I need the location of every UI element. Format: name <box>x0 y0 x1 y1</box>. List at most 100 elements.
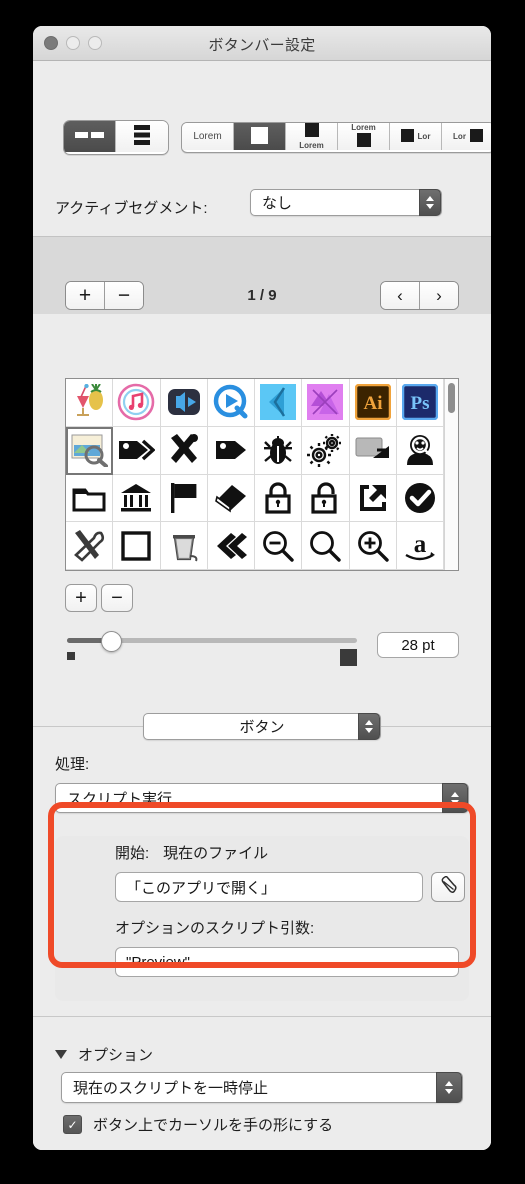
style-segment-label: Lor <box>453 132 466 141</box>
media-player-icon[interactable] <box>160 379 208 427</box>
vertical-layout-segment[interactable] <box>116 121 168 152</box>
export-icon[interactable] <box>349 474 397 523</box>
action-label: 処理: <box>55 756 90 773</box>
folder-icon[interactable] <box>66 474 114 523</box>
chevron-updown-icon <box>442 783 468 813</box>
action-value: スクリプト実行 <box>67 790 173 808</box>
style-segment-icon-above-text[interactable]: Lorem <box>286 123 338 150</box>
options-divider <box>33 1016 491 1017</box>
icon-size-field[interactable]: 28 pt <box>377 632 459 658</box>
style-segment-label: Lorem <box>193 131 222 142</box>
scrollbar-thumb[interactable] <box>448 383 455 413</box>
size-add-remove-control: + − <box>65 584 133 612</box>
flag-icon[interactable] <box>160 474 208 523</box>
quicktime-icon[interactable] <box>207 379 255 427</box>
checkmark-circle-icon[interactable] <box>396 474 444 523</box>
slider-knob[interactable] <box>101 631 122 652</box>
style-segment-text-left-icon[interactable]: Lor <box>442 123 491 150</box>
hand-cursor-checkbox-label: ボタン上でカーソルを手の形にする <box>93 1117 334 1134</box>
hand-cursor-checkbox-row[interactable]: ✓ ボタン上でカーソルを手の形にする <box>63 1114 333 1135</box>
element-kind-popup[interactable]: ボタン <box>143 713 381 740</box>
style-segment-text-only[interactable]: Lorem <box>182 123 234 150</box>
window-title: ボタンバー設定 <box>208 37 316 54</box>
screen-share-icon[interactable] <box>349 426 397 475</box>
script-args-label: オプションのスクリプト引数: <box>115 920 315 937</box>
lock-closed-icon[interactable] <box>255 474 303 523</box>
previous-segment-button[interactable]: ‹ <box>381 282 420 309</box>
screwdriver-wrench-icon[interactable] <box>66 522 114 570</box>
element-kind-value: ボタン <box>239 719 285 736</box>
icon-picker[interactable]: Ai Ps a <box>65 378 459 571</box>
disclosure-triangle-icon[interactable] <box>55 1050 67 1059</box>
square-icon <box>469 128 483 145</box>
style-segment-icon-left-text[interactable]: Lor <box>390 123 442 150</box>
zoom-out-icon[interactable] <box>255 522 303 570</box>
script-start-label: 開始: <box>115 845 150 862</box>
trash-icon[interactable] <box>160 522 208 570</box>
button-style-segmented-control[interactable]: Lorem Lorem Lorem Lor Lor <box>181 122 491 153</box>
affinity-designer-icon[interactable] <box>255 379 303 427</box>
style-segment-label: Lorem <box>351 123 376 132</box>
cocktail-pineapple-icon[interactable] <box>66 379 114 427</box>
itunes-icon[interactable] <box>113 379 161 427</box>
svg-text:Ai: Ai <box>363 393 382 414</box>
chevron-updown-icon <box>436 1072 462 1103</box>
chevron-updown-icon <box>358 713 380 740</box>
layout-segmented-control[interactable] <box>63 120 169 155</box>
active-segment-label: アクティブセグメント: <box>55 200 208 217</box>
small-size-indicator-icon <box>67 652 75 660</box>
horizontal-layout-icon <box>74 131 105 142</box>
horizontal-layout-segment[interactable] <box>64 121 116 152</box>
svg-text:a: a <box>414 531 427 558</box>
hand-cursor-checkbox[interactable]: ✓ <box>63 1115 82 1134</box>
options-popup[interactable]: 現在のスクリプトを一時停止 <box>61 1072 463 1103</box>
style-segment-text-above-icon[interactable]: Lorem <box>338 123 390 150</box>
active-segment-value: なし <box>262 195 293 212</box>
preview-image-icon[interactable] <box>66 426 114 475</box>
eraser-icon[interactable] <box>207 474 255 523</box>
square-icon <box>400 128 414 145</box>
vertical-layout-icon <box>134 125 150 148</box>
window-titlebar[interactable]: ボタンバー設定 <box>33 26 491 61</box>
tools-icon[interactable] <box>160 426 208 475</box>
search-icon[interactable] <box>302 522 350 570</box>
next-segment-button[interactable]: › <box>420 282 458 309</box>
script-edit-button[interactable] <box>431 872 465 902</box>
button-bar-settings-window: ボタンバー設定 Lorem Lorem Lorem Lor Lor アクティブセ… <box>33 26 491 1150</box>
bug-icon[interactable] <box>255 426 303 475</box>
tag-icon[interactable] <box>207 426 255 475</box>
icon-grid-scrollbar[interactable] <box>444 379 458 570</box>
icon-size-add-button[interactable]: + <box>65 584 97 612</box>
zoom-in-icon[interactable] <box>349 522 397 570</box>
adobe-photoshop-icon[interactable]: Ps <box>396 379 444 427</box>
magnifier-face-icon[interactable] <box>396 426 444 475</box>
action-popup[interactable]: スクリプト実行 <box>55 783 469 813</box>
segment-nav-control[interactable]: ‹ › <box>380 281 459 310</box>
style-segment-label: Lor <box>417 132 431 141</box>
icon-size-remove-button[interactable]: − <box>101 584 133 612</box>
style-segment-icon-only[interactable] <box>234 123 286 150</box>
gears-icon[interactable] <box>302 426 350 475</box>
options-disclosure[interactable]: オプション <box>55 1044 153 1065</box>
square-icon <box>304 123 319 140</box>
script-start-row: 開始: 現在のファイル <box>115 842 268 863</box>
options-disclosure-label: オプション <box>78 1047 154 1064</box>
script-args-field[interactable]: "Preview" <box>115 947 459 977</box>
svg-text:Ps: Ps <box>410 393 429 414</box>
adobe-illustrator-icon[interactable]: Ai <box>349 379 397 427</box>
square-icon <box>251 126 268 147</box>
tags-icon[interactable] <box>113 426 161 475</box>
active-segment-popup[interactable]: なし <box>250 189 442 216</box>
chevron-double-left-icon[interactable] <box>207 522 255 570</box>
square-icon[interactable] <box>113 522 161 570</box>
chevron-updown-icon <box>419 189 441 216</box>
amazon-icon[interactable]: a <box>396 522 444 570</box>
script-path-field[interactable]: 「このアプリで開く」 <box>115 872 423 902</box>
bank-icon[interactable] <box>113 474 161 523</box>
affinity-photo-icon[interactable] <box>302 379 350 427</box>
script-edit-icon <box>440 875 457 899</box>
square-icon <box>356 133 371 150</box>
window-body: Lorem Lorem Lorem Lor Lor アクティブセグメント: なし… <box>33 61 491 1150</box>
lock-open-icon[interactable] <box>302 474 350 523</box>
style-segment-label: Lorem <box>299 141 324 150</box>
